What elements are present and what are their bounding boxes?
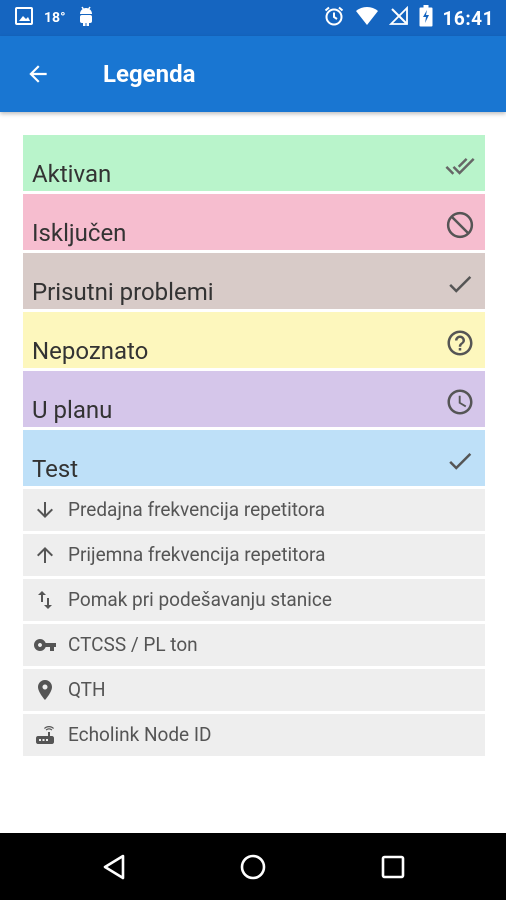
temperature: 18° — [44, 10, 66, 26]
legend-status-test: Test — [23, 430, 485, 486]
swap-vertical-icon — [31, 587, 59, 613]
legend-field-tx-frequency: Predajna frekvencija repetitora — [23, 489, 485, 531]
check-icon — [449, 452, 472, 470]
legend-field-offset: Pomak pri podešavanju stanice — [23, 579, 485, 621]
alarm-icon — [323, 5, 345, 31]
clock-time: 16:41 — [442, 6, 494, 30]
android-notification-icon — [76, 5, 96, 31]
legend-status-prisutni-problemi: Prisutni problemi — [23, 253, 485, 309]
nav-recents-square-icon — [381, 855, 405, 879]
block-icon — [446, 211, 474, 239]
legend-field-label: QTH — [68, 678, 106, 701]
legend-status-label: U planu — [32, 396, 113, 424]
legend-field-label: CTCSS / PL ton — [68, 633, 198, 656]
nav-recents-button[interactable] — [371, 845, 415, 889]
app-bar: Legenda — [0, 36, 506, 112]
arrow-up-icon — [31, 542, 59, 568]
legend-field-rx-frequency: Prijemna frekvencija repetitora — [23, 534, 485, 576]
legend-status-label: Isključen — [32, 219, 127, 247]
status-bar: 18° 16:41 — [0, 0, 506, 36]
legend-list: Aktivan Isključen Prisutni problemi Nepo… — [23, 135, 485, 759]
legend-field-echolink: Echolink Node ID — [23, 714, 485, 756]
nav-home-circle-icon — [240, 854, 266, 880]
legend-field-label: Pomak pri podešavanju stanice — [68, 588, 332, 611]
legend-field-label: Prijemna frekvencija repetitora — [68, 543, 326, 566]
help-circle-icon — [447, 330, 473, 356]
legend-field-label: Predajna frekvencija repetitora — [68, 498, 326, 521]
legend-status-label: Aktivan — [32, 160, 112, 188]
arrow-back-icon — [29, 65, 47, 83]
legend-status-iskljucen: Isključen — [23, 194, 485, 250]
legend-field-ctcss: CTCSS / PL ton — [23, 624, 485, 666]
no-signal-icon — [388, 5, 409, 30]
arrow-down-icon — [31, 497, 59, 523]
page-title: Legenda — [103, 60, 196, 88]
clock-icon — [447, 389, 473, 415]
check-icon — [449, 275, 472, 293]
navigation-bar — [0, 833, 506, 900]
back-button[interactable] — [18, 56, 58, 92]
legend-field-label: Echolink Node ID — [68, 723, 212, 746]
legend-field-qth: QTH — [23, 669, 485, 711]
legend-status-u-planu: U planu — [23, 371, 485, 427]
key-icon — [31, 632, 59, 658]
legend-status-label: Test — [32, 455, 79, 483]
nav-home-button[interactable] — [231, 845, 275, 889]
nav-back-triangle-icon — [103, 854, 125, 880]
legend-status-label: Prisutni problemi — [32, 278, 214, 306]
legend-status-nepoznato: Nepoznato — [23, 312, 485, 368]
legend-status-aktivan: Aktivan — [23, 135, 485, 191]
image-notification-icon — [14, 6, 34, 30]
status-bar-left: 18° — [14, 6, 96, 30]
nav-back-button[interactable] — [92, 845, 136, 889]
battery-charging-icon — [419, 5, 433, 31]
location-pin-icon — [31, 677, 59, 703]
router-icon — [31, 722, 59, 748]
status-bar-right: 16:41 — [323, 5, 494, 31]
double-check-icon — [445, 157, 475, 175]
wifi-icon — [355, 6, 379, 30]
legend-status-label: Nepoznato — [32, 337, 149, 365]
